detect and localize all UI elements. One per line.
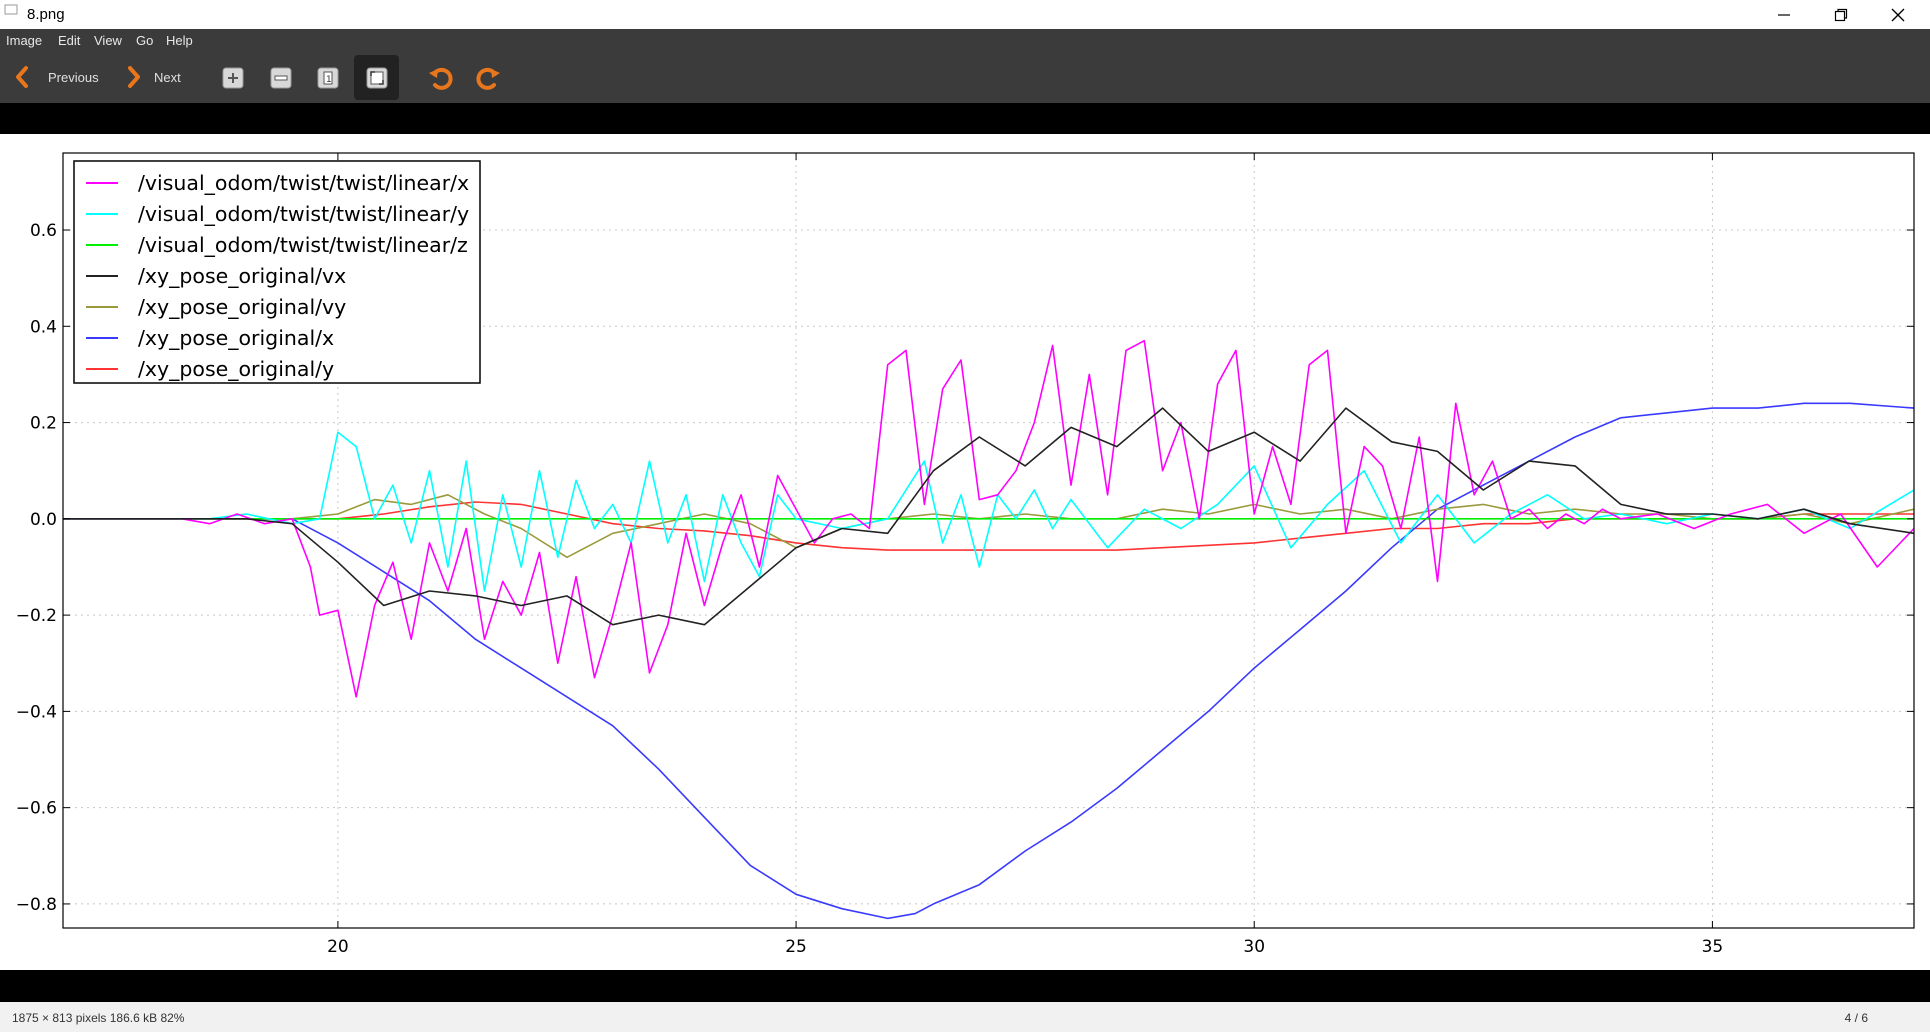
legend-label: /visual_odom/twist/twist/linear/y <box>138 202 469 227</box>
legend-label: /xy_pose_original/vy <box>138 295 346 320</box>
minimize-icon <box>1778 13 1790 16</box>
y-tick-label: 0.0 <box>30 510 57 530</box>
window-title: 8.png <box>27 6 65 23</box>
menu-help[interactable]: Help <box>166 33 193 48</box>
series-line-xy-pose-original-vy <box>63 493 1915 559</box>
page-indicator: 4 / 6 <box>1844 1011 1868 1025</box>
x-tick-label: 25 <box>785 937 807 957</box>
legend-label: /xy_pose_original/y <box>138 357 334 382</box>
close-icon <box>1891 8 1905 21</box>
y-tick-label: −0.4 <box>16 702 57 722</box>
menu-view[interactable]: View <box>94 33 122 48</box>
app-icon <box>4 3 18 17</box>
previous-label: Previous <box>48 69 99 85</box>
y-tick-label: 0.4 <box>30 317 57 337</box>
chevron-right-icon <box>128 66 140 88</box>
zoom-normal-icon: 1 <box>317 67 339 89</box>
restore-icon <box>1834 8 1848 21</box>
zoom-normal-button[interactable]: 1 <box>317 67 339 89</box>
menu-bar: Image Edit View Go Help <box>0 29 1930 52</box>
y-tick-label: −0.8 <box>16 895 57 915</box>
best-fit-button[interactable] <box>366 67 388 89</box>
legend: /visual_odom/twist/twist/linear/x/visual… <box>73 160 481 384</box>
zoom-out-icon <box>270 67 292 89</box>
zoom-in-icon <box>222 67 244 89</box>
previous-button[interactable]: Previous <box>14 65 99 89</box>
maximize-button[interactable] <box>1818 0 1864 29</box>
menu-go[interactable]: Go <box>136 33 153 48</box>
legend-label: /visual_odom/twist/twist/linear/x <box>138 171 469 196</box>
svg-text:1: 1 <box>326 75 332 85</box>
x-tick-label: 35 <box>1702 937 1724 957</box>
zoom-in-button[interactable] <box>222 67 244 89</box>
legend-label: /visual_odom/twist/twist/linear/z <box>138 233 468 258</box>
rotate-right-button[interactable] <box>474 64 502 92</box>
toolbar: Previous Next 1 <box>0 52 1930 103</box>
x-tick-label: 20 <box>327 937 349 957</box>
viewer-top-border <box>0 103 1930 134</box>
legend-label: /xy_pose_original/x <box>138 326 334 351</box>
best-fit-icon <box>366 67 388 89</box>
minimize-button[interactable] <box>1761 0 1807 29</box>
viewer-bottom-border <box>0 970 1930 1002</box>
y-tick-label: −0.6 <box>16 799 57 819</box>
y-tick-label: 0.2 <box>30 414 57 434</box>
legend-label: /xy_pose_original/vx <box>138 264 346 289</box>
next-label: Next <box>154 69 181 85</box>
image-viewport[interactable]: 20 25 30 35 0.6 0.4 0.2 0.0 −0.2 −0.4 −0.6 −0.8 /vi… <box>0 134 1930 970</box>
status-bar: 1875 × 813 pixels 186.6 kB 82% 4 / 6 <box>0 1002 1930 1032</box>
chevron-left-icon <box>16 66 28 88</box>
y-tick-label: 0.6 <box>30 221 57 241</box>
image-info: 1875 × 813 pixels 186.6 kB 82% <box>12 1011 185 1025</box>
rotate-left-button[interactable] <box>427 64 455 92</box>
series-lines <box>63 339 1915 920</box>
menu-image[interactable]: Image <box>6 33 42 48</box>
close-button[interactable] <box>1875 0 1921 29</box>
y-tick-label: −0.2 <box>16 606 57 626</box>
title-bar: 8.png <box>0 0 1930 29</box>
menu-edit[interactable]: Edit <box>58 33 80 48</box>
zoom-out-button[interactable] <box>270 67 292 89</box>
series-line-xy-pose-original-y <box>63 501 1914 551</box>
series-line-visual-odom-twist-twist-linear-y <box>63 431 1915 592</box>
next-button[interactable]: Next <box>126 65 181 89</box>
rotate-right-icon <box>476 67 500 90</box>
x-tick-label: 30 <box>1243 937 1265 957</box>
line-chart: 20 25 30 35 0.6 0.4 0.2 0.0 −0.2 −0.4 −0.6 −0.8 /vi… <box>16 152 1915 957</box>
rotate-left-icon <box>429 67 453 90</box>
series-line-xy-pose-original-x <box>63 402 1915 920</box>
